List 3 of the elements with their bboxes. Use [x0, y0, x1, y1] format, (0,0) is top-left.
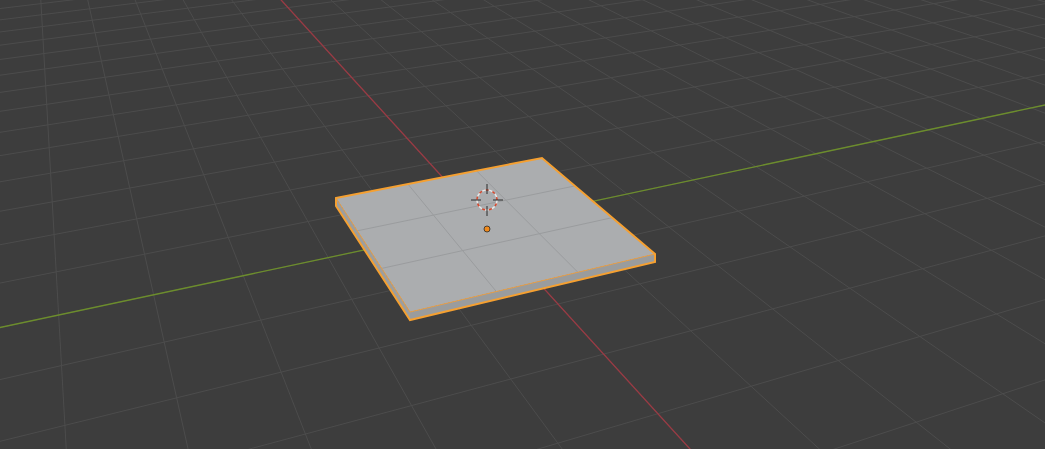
origin-dot: [483, 225, 491, 233]
plane-object[interactable]: [335, 156, 656, 322]
3d-cursor-icon: [470, 183, 504, 217]
